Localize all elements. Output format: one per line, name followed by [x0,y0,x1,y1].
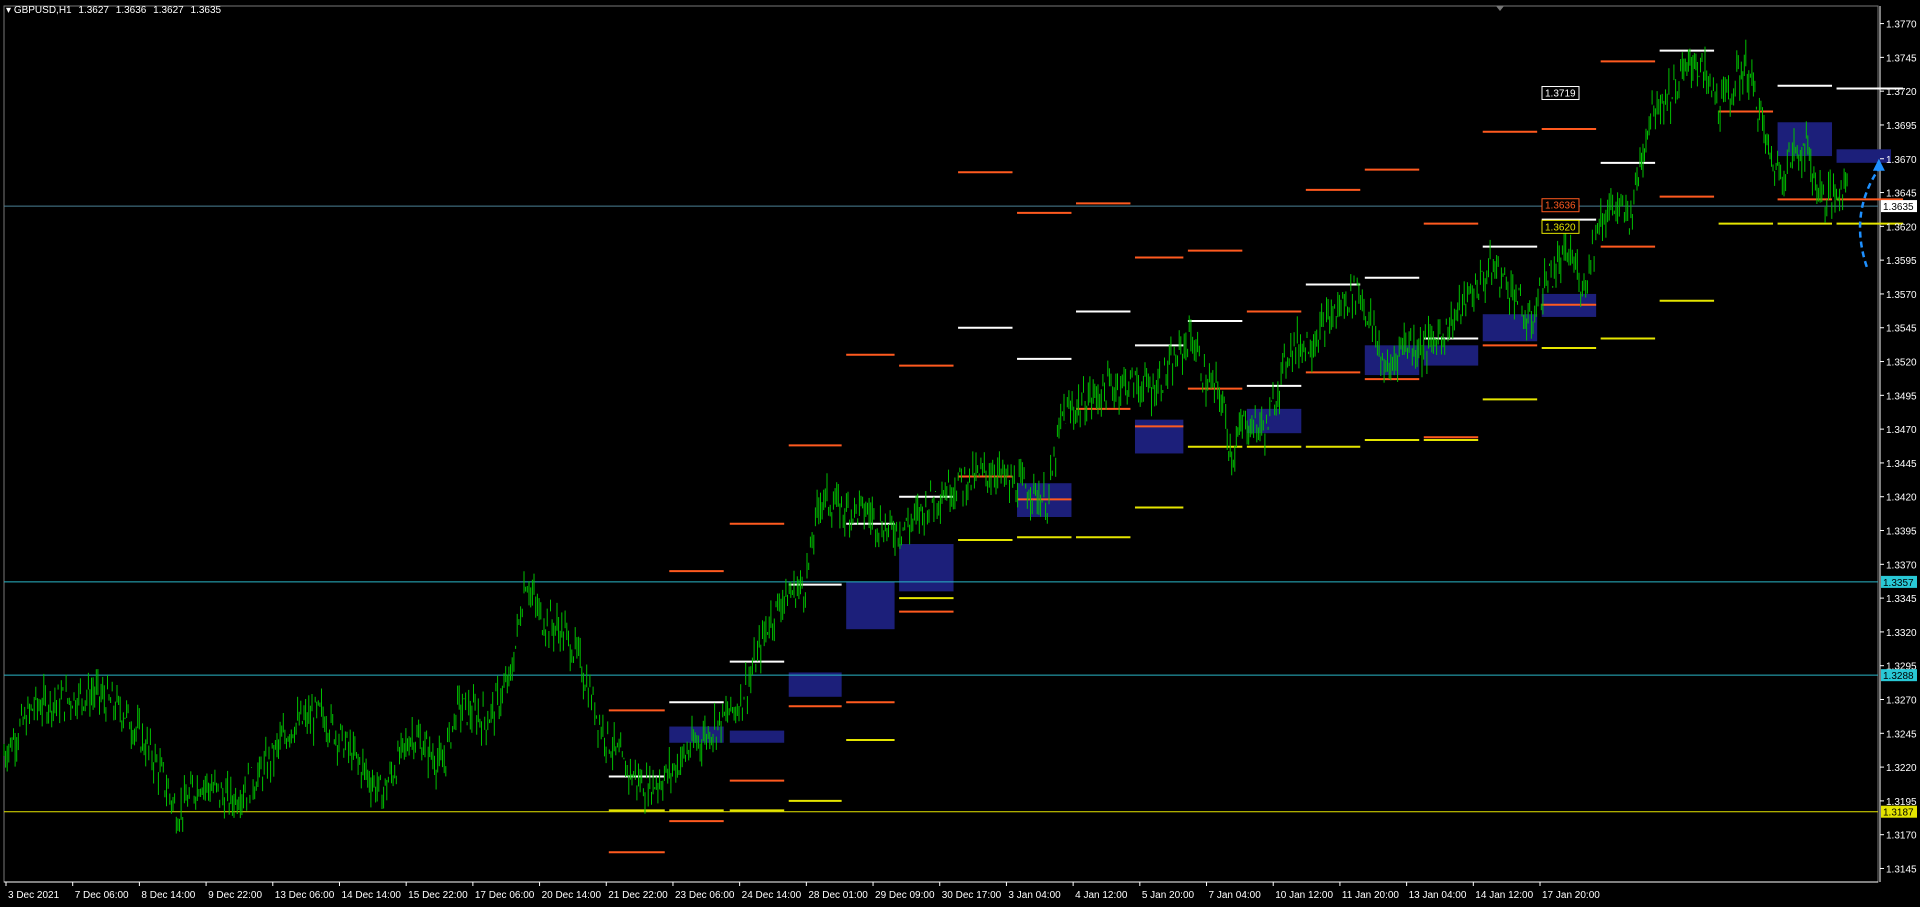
high-value: 1.3636 [115,5,147,16]
demand-zone [729,730,785,743]
x-tick-label: 13 Dec 06:00 [275,890,335,901]
price-chart[interactable]: 1.3770 1.3745 1.3720 1.3695 1.3670 1.3645 1.36… [0,0,1920,907]
price-tag-1.3288: 1.3288 [1883,671,1914,682]
x-tick-label: 14 Dec 14:00 [341,890,401,901]
x-tick-label: 5 Jan 20:00 [1142,890,1195,901]
x-tick-label: 30 Dec 17:00 [942,890,1002,901]
level-label-1.3719: 1.3719 [1545,89,1576,100]
price-tag-1.3357: 1.3357 [1883,578,1914,589]
y-tick-label: 1.3720 [1886,87,1917,98]
close-value: 1.3635 [190,5,222,16]
x-tick-label: 11 Jan 20:00 [1342,890,1400,901]
chart-shift-marker [1496,6,1504,11]
y-tick-label: 1.3370 [1886,560,1917,571]
symbol-label: GBPUSD,H1 [13,5,72,16]
open-value: 1.3627 [78,5,109,16]
y-tick-label: 1.3495 [1886,391,1917,402]
x-tick-label: 8 Dec 14:00 [141,890,195,901]
x-tick-label: 13 Jan 04:00 [1409,890,1467,901]
x-tick-label: 28 Dec 01:00 [808,890,868,901]
y-tick-label: 1.3420 [1886,493,1917,504]
x-tick-label: 7 Dec 06:00 [75,890,129,901]
demand-zone [1836,149,1891,163]
y-tick-label: 1.3745 [1886,53,1917,64]
x-tick-label: 7 Jan 04:00 [1209,890,1262,901]
y-tick-label: 1.3670 [1886,155,1917,166]
x-tick-label: 9 Dec 22:00 [208,890,262,901]
y-tick-label: 1.3395 [1886,527,1917,538]
y-tick-label: 1.3620 [1886,222,1917,233]
low-value: 1.3627 [153,5,184,16]
y-tick-label: 1.3770 [1886,20,1917,31]
price-tag-1.3187: 1.3187 [1883,808,1914,819]
x-tick-label: 3 Dec 2021 [8,890,60,901]
y-tick-label: 1.3345 [1886,594,1917,605]
y-tick-label: 1.3245 [1886,729,1917,740]
x-tick-label: 21 Dec 22:00 [608,890,668,901]
x-tick-label: 15 Dec 22:00 [408,890,468,901]
y-tick-label: 1.3545 [1886,324,1917,335]
dropdown-arrow-icon[interactable]: ▾ [6,5,11,16]
chart-frame [3,5,1879,883]
demand-zone [846,581,895,630]
y-tick-label: 1.3520 [1886,358,1917,369]
x-tick-label: 3 Jan 04:00 [1008,890,1061,901]
price-tag-1.3635: 1.3635 [1883,202,1914,213]
demand-zone [788,672,842,697]
demand-zone [1134,419,1184,454]
demand-zone [899,544,954,592]
forecast-arrow [1858,168,1880,268]
x-tick-label: 14 Jan 12:00 [1475,890,1533,901]
x-tick-label: 17 Jan 20:00 [1542,890,1600,901]
x-tick-label: 23 Dec 06:00 [675,890,735,901]
level-label-1.3620: 1.3620 [1545,222,1576,233]
x-tick-label: 17 Dec 06:00 [475,890,535,901]
y-tick-label: 1.3145 [1886,864,1917,875]
level-label-1.3636: 1.3636 [1545,201,1576,212]
y-tick-label: 1.3570 [1886,290,1917,301]
y-tick-label: 1.3320 [1886,628,1917,639]
y-tick-label: 1.3695 [1886,121,1917,132]
chart-header: ▾ GBPUSD,H1 1.3627 1.3636 1.3627 1.3635 [6,5,225,16]
y-tick-label: 1.3470 [1886,425,1917,436]
x-tick-label: 10 Jan 12:00 [1275,890,1333,901]
y-tick-label: 1.3645 [1886,189,1917,200]
x-tick-label: 24 Dec 14:00 [742,890,802,901]
y-tick-label: 1.3445 [1886,459,1917,470]
y-tick-label: 1.3170 [1886,831,1917,842]
chart-window[interactable]: ▾ GBPUSD,H1 1.3627 1.3636 1.3627 1.3635 … [0,0,1920,907]
ohlc-values: 1.3627 1.3636 1.3627 1.3635 [78,5,225,16]
x-tick-label: 20 Dec 14:00 [542,890,602,901]
x-tick-label: 4 Jan 12:00 [1075,890,1128,901]
x-tick-label: 29 Dec 09:00 [875,890,935,901]
y-tick-label: 1.3220 [1886,763,1917,774]
y-tick-label: 1.3595 [1886,256,1917,267]
y-tick-label: 1.3270 [1886,696,1917,707]
demand-zone [1482,314,1538,342]
candles [3,39,1848,834]
